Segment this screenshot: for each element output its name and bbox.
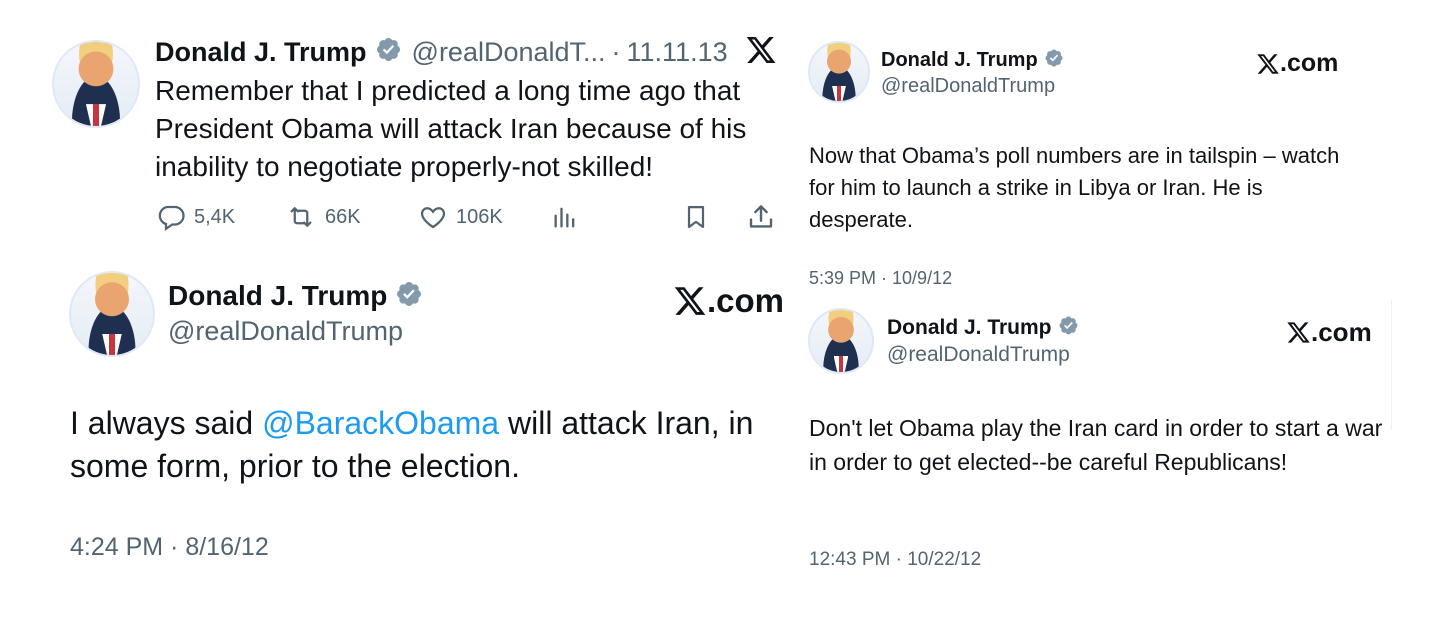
tweet-text: Remember that I predicted a long time ag… (155, 75, 747, 182)
verified-badge-icon (1044, 48, 1064, 73)
author-handle[interactable]: @realDonaldTrump (168, 316, 403, 347)
avatar[interactable] (52, 40, 140, 128)
author-handle[interactable]: @realDonaldTrump (881, 75, 1055, 98)
author-name[interactable]: Donald J. Trump (887, 316, 1052, 340)
reply-count: 5,4K (194, 205, 236, 228)
x-com-logo[interactable]: .com (1256, 49, 1338, 78)
verified-badge-icon (395, 280, 423, 313)
analytics-icon (554, 207, 575, 228)
author-handle[interactable]: @realDonaldT... (412, 37, 606, 68)
tweet-text: Now that Obama’s poll numbers are in tai… (809, 143, 1340, 232)
x-logo-icon[interactable] (745, 34, 777, 71)
separator-dot: · (611, 36, 621, 67)
tweet-timestamp[interactable]: 5:39 PM · 10/9/12 (809, 268, 952, 289)
x-logo-icon (1256, 52, 1280, 76)
author-handle[interactable]: @realDonaldTrump (887, 343, 1070, 367)
verified-badge-icon (1058, 315, 1079, 341)
tweet-timestamp[interactable]: 12:43 PM · 10/22/12 (809, 549, 981, 571)
mention-link[interactable]: @BarackObama (262, 405, 499, 441)
x-logo-icon (673, 284, 707, 318)
author-name[interactable]: Donald J. Trump (881, 49, 1038, 72)
avatar[interactable] (808, 308, 874, 374)
tweet-timestamp[interactable]: 4:24 PM · 8/16/12 (70, 533, 269, 562)
views-button[interactable] (551, 202, 579, 232)
like-button[interactable]: 106K (418, 202, 503, 232)
x-com-logo[interactable]: .com (1286, 317, 1372, 348)
x-com-logo[interactable]: .com (673, 282, 784, 320)
tweet-text: Don't let Obama play the Iran card in or… (809, 415, 1383, 475)
divider (1391, 300, 1392, 430)
avatar[interactable] (808, 41, 870, 103)
author-name[interactable]: Donald J. Trump (168, 280, 387, 312)
x-logo-icon (1286, 320, 1311, 345)
author-name[interactable]: Donald J. Trump (155, 37, 367, 68)
retweet-button[interactable]: 66K (285, 202, 361, 232)
retweet-count: 66K (325, 205, 361, 228)
reply-icon (158, 205, 185, 232)
share-icon (749, 205, 773, 228)
bookmark-button[interactable] (682, 202, 710, 232)
tweet-date[interactable]: 11.11.13 (627, 37, 728, 68)
tweet-text: I always said @BarackObama will attack I… (70, 405, 754, 484)
reply-button[interactable]: 5,4K (156, 202, 235, 232)
heart-icon (420, 207, 446, 229)
like-count: 106K (456, 205, 503, 228)
verified-badge-icon (375, 36, 402, 68)
share-button[interactable] (746, 202, 776, 232)
bookmark-icon (687, 205, 705, 229)
avatar[interactable] (69, 271, 155, 357)
retweet-icon (290, 207, 312, 227)
